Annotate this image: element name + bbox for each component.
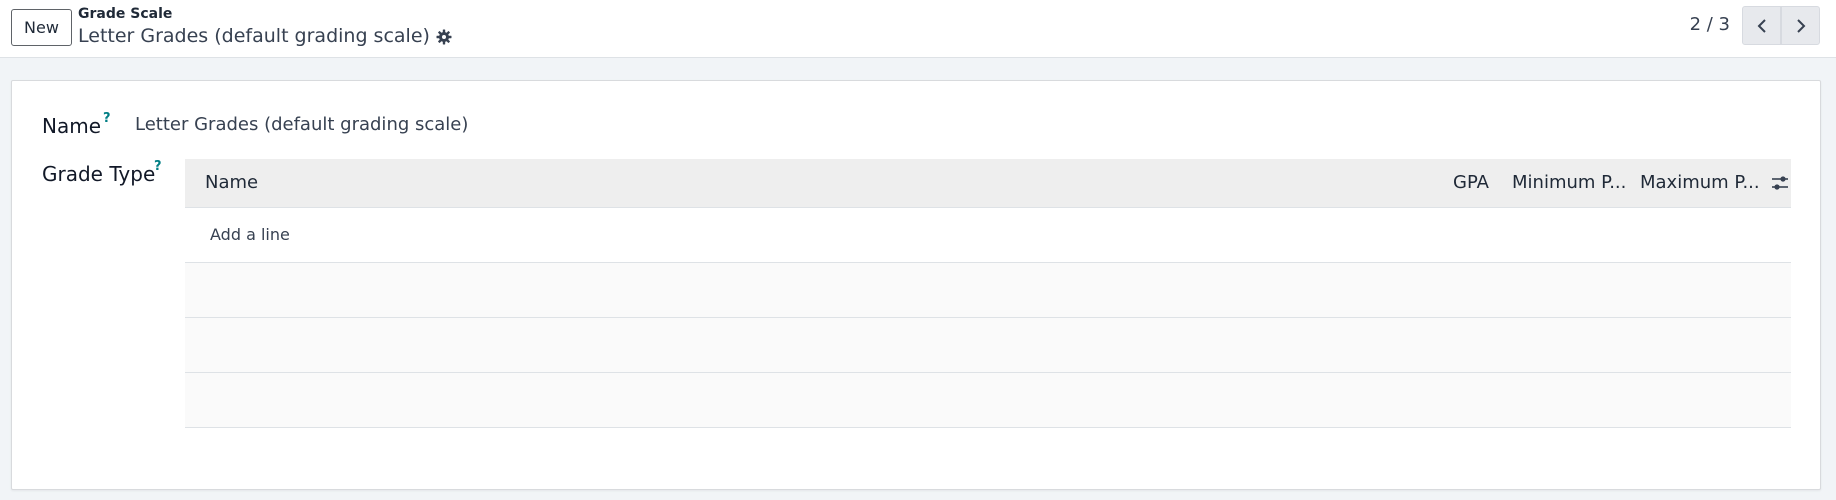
chevron-left-icon (1757, 18, 1766, 33)
grade-type-help-icon[interactable]: ? (154, 159, 162, 174)
pager-previous-button[interactable] (1742, 6, 1781, 45)
table-header: Name GPA Minimum P... Maximum P... (185, 159, 1791, 208)
table-row (185, 373, 1791, 428)
gear-icon[interactable] (436, 28, 452, 45)
table-row (185, 263, 1791, 318)
table-row (185, 318, 1791, 373)
name-label: Name (42, 114, 102, 138)
pager-next-button[interactable] (1781, 6, 1820, 45)
sliders-icon[interactable] (1771, 174, 1789, 192)
breadcrumb[interactable]: Grade Scale (78, 6, 172, 22)
name-help-icon[interactable]: ? (103, 111, 111, 126)
control-panel: New Grade Scale Letter Grades (default g… (0, 0, 1836, 58)
pager-value[interactable]: 2 / 3 (1690, 14, 1730, 35)
record-title-text: Letter Grades (default grading scale) (78, 25, 430, 47)
grade-type-label: Grade Type (42, 162, 156, 186)
table-row-add-line: Add a line (185, 208, 1791, 263)
name-field[interactable]: Letter Grades (default grading scale) (135, 114, 468, 135)
record-title: Letter Grades (default grading scale) (78, 25, 452, 47)
new-button[interactable]: New (11, 9, 72, 46)
form-sheet: Name ? Letter Grades (default grading sc… (11, 80, 1821, 490)
column-header-maximum-percentage[interactable]: Maximum P... (1640, 172, 1760, 193)
add-a-line-link[interactable]: Add a line (210, 225, 290, 244)
column-header-name[interactable]: Name (205, 172, 258, 193)
grade-type-table: Name GPA Minimum P... Maximum P... Add a… (185, 159, 1791, 428)
column-header-minimum-percentage[interactable]: Minimum P... (1512, 172, 1626, 193)
chevron-right-icon (1796, 18, 1805, 33)
column-header-gpa[interactable]: GPA (1453, 172, 1489, 193)
